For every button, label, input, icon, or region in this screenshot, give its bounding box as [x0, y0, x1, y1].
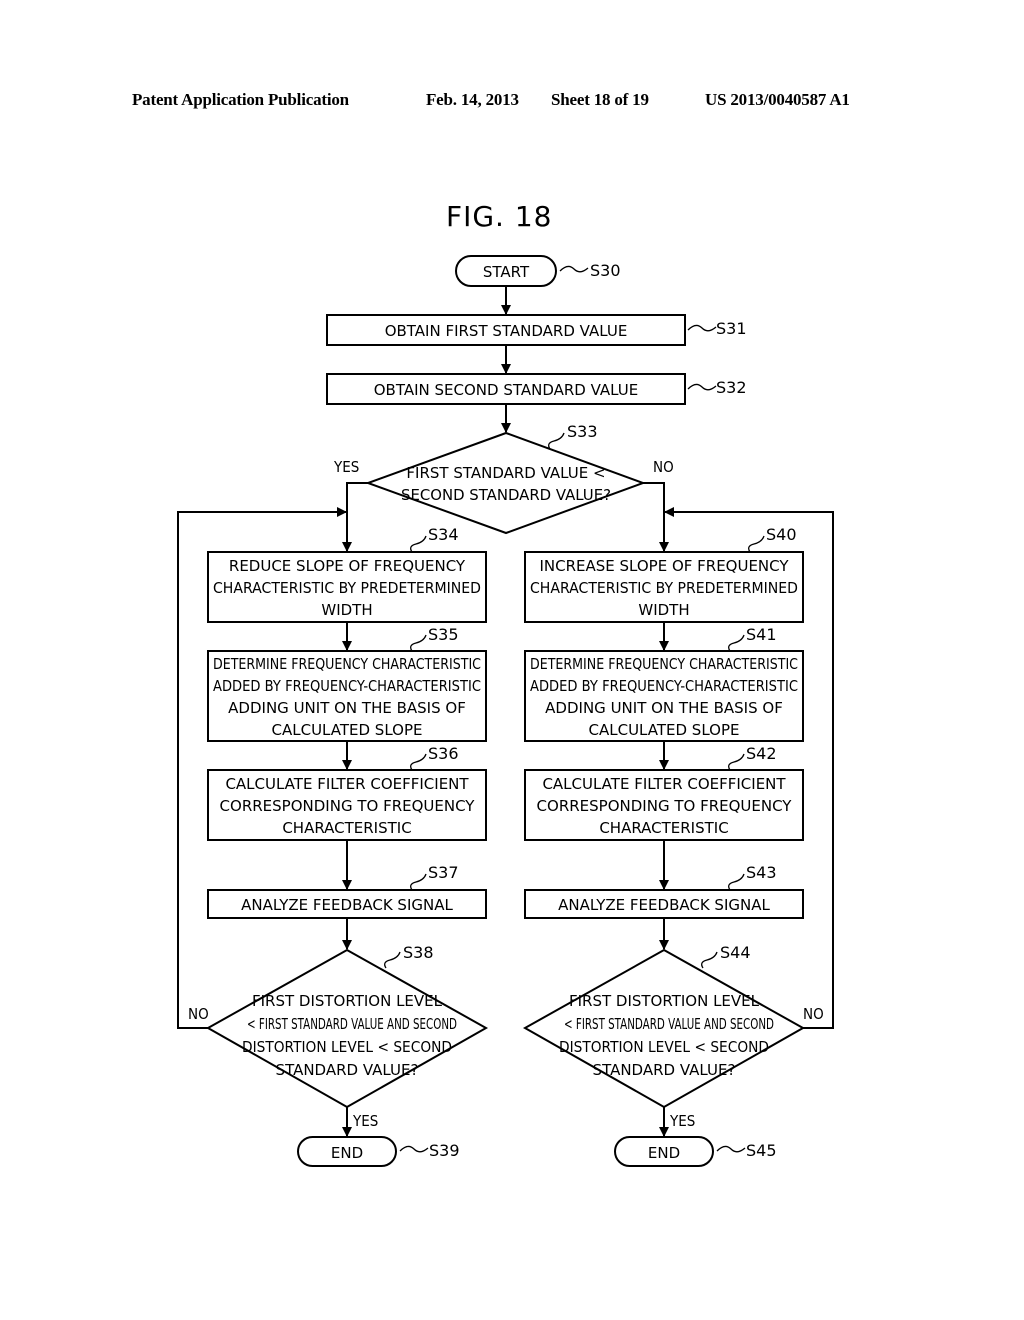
decision-text-s38-line3: DISTORTION LEVEL < SECOND: [242, 1038, 452, 1056]
box-text-s36-line2: CORRESPONDING TO FREQUENCY: [220, 797, 476, 815]
flowchart: START S30 OBTAIN FIRST STANDARD VALUE S3…: [177, 255, 834, 1167]
step-id-s38: S38: [403, 943, 434, 962]
box-text-s34-line3: WIDTH: [321, 601, 372, 619]
start-terminal: START: [455, 255, 557, 287]
box-text-s32: OBTAIN SECOND STANDARD VALUE: [374, 381, 639, 399]
end-terminal-s45: END: [614, 1136, 714, 1167]
box-text-s40-line3: WIDTH: [638, 601, 689, 619]
decision-s44: FIRST DISTORTION LEVEL < FIRST STANDARD …: [522, 948, 806, 1109]
decision-s38: FIRST DISTORTION LEVEL < FIRST STANDARD …: [205, 948, 489, 1109]
box-text-s40-line1: INCREASE SLOPE OF FREQUENCY: [539, 557, 789, 575]
process-box-s35: DETERMINE FREQUENCY CHARACTERISTIC ADDED…: [207, 650, 487, 742]
box-text-s43: ANALYZE FEEDBACK SIGNAL: [558, 896, 770, 914]
decision-text-s33-line2: SECOND STANDARD VALUE?: [401, 486, 611, 504]
arrow-s33-yes-s34: [342, 482, 368, 552]
box-text-s35-line2: ADDED BY FREQUENCY-CHARACTERISTIC: [213, 677, 481, 695]
end-label-s45: END: [648, 1144, 680, 1162]
box-text-s42-line1: CALCULATE FILTER COEFFICIENT: [542, 775, 786, 793]
decision-text-s44-line2: < FIRST STANDARD VALUE AND SECOND: [564, 1015, 774, 1033]
process-box-s41: DETERMINE FREQUENCY CHARACTERISTIC ADDED…: [524, 650, 804, 742]
step-id-s39: S39: [429, 1141, 460, 1160]
step-id-s34: S34: [428, 525, 459, 544]
leader-s34: [410, 535, 427, 553]
leader-s42: [728, 753, 745, 771]
s44-no-label: NO: [803, 1005, 824, 1023]
s33-no-label: NO: [653, 458, 674, 476]
end-terminal-s39: END: [297, 1136, 397, 1167]
start-label: START: [483, 263, 530, 281]
leader-s36: [410, 753, 427, 771]
decision-text-s44-line1: FIRST DISTORTION LEVEL: [569, 992, 760, 1010]
s44-yes-label: YES: [669, 1112, 695, 1130]
decision-s33: FIRST STANDARD VALUE < SECOND STANDARD V…: [365, 431, 646, 535]
step-id-s35: S35: [428, 625, 459, 644]
box-text-s41-line2: ADDED BY FREQUENCY-CHARACTERISTIC: [530, 677, 798, 695]
step-id-s30: S30: [590, 261, 621, 280]
leader-s35: [410, 634, 427, 652]
decision-text-s38-line1: FIRST DISTORTION LEVEL: [252, 992, 443, 1010]
leader-s31: [687, 324, 717, 332]
process-box-s36: CALCULATE FILTER COEFFICIENT CORRESPONDI…: [207, 769, 487, 841]
leader-s32: [687, 383, 717, 391]
box-text-s42-line3: CHARACTERISTIC: [599, 819, 728, 837]
process-box-s31: OBTAIN FIRST STANDARD VALUE: [326, 314, 686, 346]
step-id-s37: S37: [428, 863, 459, 882]
box-text-s37: ANALYZE FEEDBACK SIGNAL: [241, 896, 453, 914]
box-text-s41-line1: DETERMINE FREQUENCY CHARACTERISTIC: [530, 655, 798, 673]
step-id-s43: S43: [746, 863, 777, 882]
box-text-s35-line1: DETERMINE FREQUENCY CHARACTERISTIC: [213, 655, 481, 673]
step-id-s44: S44: [720, 943, 751, 962]
process-box-s42: CALCULATE FILTER COEFFICIENT CORRESPONDI…: [524, 769, 804, 841]
leader-s45: [716, 1145, 746, 1153]
step-id-s33: S33: [567, 422, 598, 441]
box-text-s41-line4: CALCULATED SLOPE: [589, 721, 740, 739]
decision-text-s33-line1: FIRST STANDARD VALUE <: [406, 464, 605, 482]
arrow-s33-no-s40: [643, 482, 669, 552]
leader-s39: [399, 1145, 429, 1153]
step-id-s36: S36: [428, 744, 459, 763]
process-box-s34: REDUCE SLOPE OF FREQUENCY CHARACTERISTIC…: [207, 551, 487, 623]
process-box-s40: INCREASE SLOPE OF FREQUENCY CHARACTERIST…: [524, 551, 804, 623]
s38-yes-label: YES: [352, 1112, 378, 1130]
s33-yes-label: YES: [333, 458, 359, 476]
box-text-s36-line3: CHARACTERISTIC: [282, 819, 411, 837]
process-box-s43: ANALYZE FEEDBACK SIGNAL: [524, 889, 804, 919]
box-text-s42-line2: CORRESPONDING TO FREQUENCY: [537, 797, 793, 815]
step-id-s31: S31: [716, 319, 747, 338]
box-text-s41-line3: ADDING UNIT ON THE BASIS OF: [545, 699, 783, 717]
step-id-s41: S41: [746, 625, 777, 644]
leader-s38: [384, 951, 401, 969]
leader-s41: [728, 634, 745, 652]
leader-s44: [701, 951, 718, 969]
step-id-s32: S32: [716, 378, 747, 397]
box-text-s34-line2: CHARACTERISTIC BY PREDETERMINED: [213, 579, 481, 597]
process-box-s37: ANALYZE FEEDBACK SIGNAL: [207, 889, 487, 919]
box-text-s36-line1: CALCULATE FILTER COEFFICIENT: [225, 775, 469, 793]
box-text-s40-line2: CHARACTERISTIC BY PREDETERMINED: [530, 579, 798, 597]
decision-text-s44-line3: DISTORTION LEVEL < SECOND: [559, 1038, 769, 1056]
leader-s37: [410, 873, 427, 891]
leader-s40: [748, 535, 765, 553]
box-text-s35-line3: ADDING UNIT ON THE BASIS OF: [228, 699, 466, 717]
step-id-s40: S40: [766, 525, 797, 544]
box-text-s34-line1: REDUCE SLOPE OF FREQUENCY: [229, 557, 466, 575]
end-label-s39: END: [331, 1144, 363, 1162]
box-text-s31: OBTAIN FIRST STANDARD VALUE: [385, 322, 628, 340]
leader-s33: [548, 432, 565, 450]
leader-s43: [728, 873, 745, 891]
leader-s30: [559, 265, 589, 273]
s38-no-label: NO: [188, 1005, 209, 1023]
step-id-s45: S45: [746, 1141, 777, 1160]
decision-text-s44-line4: STANDARD VALUE?: [593, 1061, 736, 1079]
process-box-s32: OBTAIN SECOND STANDARD VALUE: [326, 373, 686, 405]
decision-text-s38-line4: STANDARD VALUE?: [276, 1061, 419, 1079]
box-text-s35-line4: CALCULATED SLOPE: [272, 721, 423, 739]
decision-text-s38-line2: < FIRST STANDARD VALUE AND SECOND: [247, 1015, 457, 1033]
step-id-s42: S42: [746, 744, 777, 763]
